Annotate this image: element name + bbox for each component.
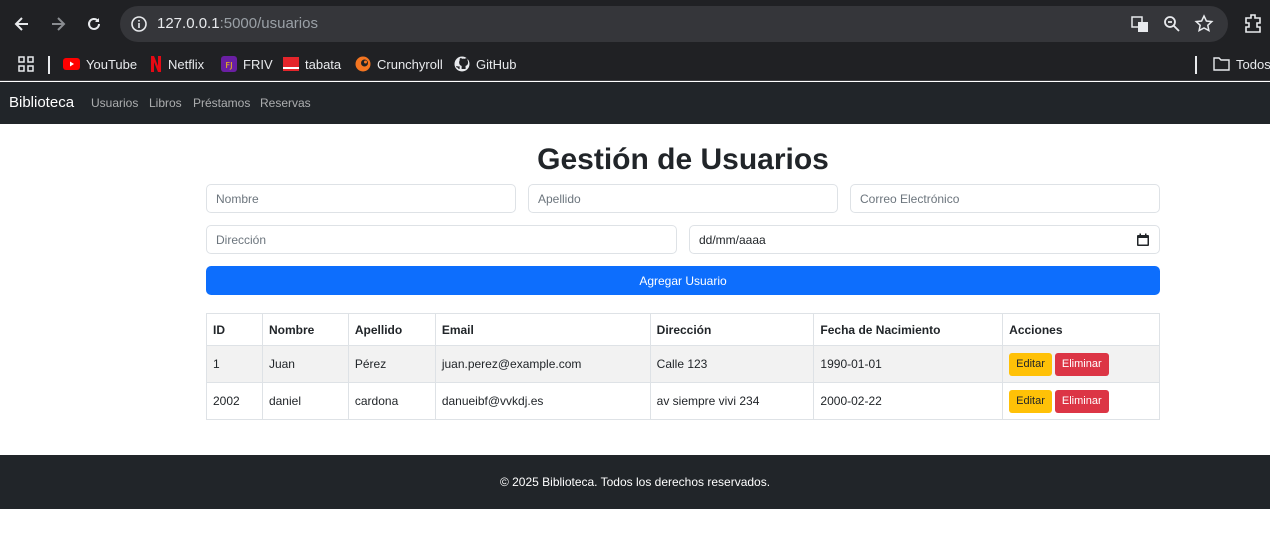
youtube-icon bbox=[63, 58, 80, 70]
direccion-input[interactable] bbox=[206, 225, 677, 254]
cell-email: juan.perez@example.com bbox=[434, 345, 651, 383]
extensions-icon[interactable] bbox=[1242, 12, 1264, 34]
header-acciones: Acciones bbox=[1002, 313, 1160, 346]
nav-link-libros[interactable]: Libros bbox=[149, 96, 182, 110]
header-email: Email bbox=[434, 313, 651, 346]
cell-email: danueibf@vvkdj.es bbox=[434, 382, 651, 420]
cell-apellido: cardona bbox=[347, 382, 436, 420]
cell-id: 2002 bbox=[206, 382, 263, 420]
bookmark-label: GitHub bbox=[476, 56, 517, 72]
url-host: 127.0.0.1 bbox=[157, 15, 220, 32]
header-nombre: Nombre bbox=[261, 313, 349, 346]
page-footer: © 2025 Biblioteca. Todos los derechos re… bbox=[0, 455, 1270, 509]
header-direccion: Dirección bbox=[649, 313, 815, 346]
address-bar[interactable]: 127.0.0.1:5000/usuarios bbox=[120, 6, 1228, 42]
bookmarks-separator bbox=[48, 56, 50, 74]
apellido-input[interactable] bbox=[528, 184, 838, 213]
translate-icon[interactable] bbox=[1130, 14, 1150, 34]
site-info-icon[interactable] bbox=[129, 14, 149, 34]
date-placeholder: dd/mm/aaaa bbox=[699, 232, 766, 247]
app-navbar: Biblioteca Usuarios Libros Préstamos Res… bbox=[0, 82, 1270, 124]
edit-button[interactable]: Editar bbox=[1009, 352, 1052, 376]
svg-text:FJ: FJ bbox=[226, 61, 233, 70]
table-header-row: ID Nombre Apellido Email Dirección Fecha… bbox=[206, 313, 1160, 346]
cell-apellido: Pérez bbox=[347, 345, 436, 383]
cell-direccion: Calle 123 bbox=[649, 345, 815, 383]
bookmark-netflix[interactable]: Netflix bbox=[150, 53, 204, 75]
cell-fecha: 2000-02-22 bbox=[813, 382, 1004, 420]
cell-nombre: daniel bbox=[261, 382, 349, 420]
url-path: :5000/usuarios bbox=[219, 15, 318, 32]
url-text: 127.0.0.1:5000/usuarios bbox=[157, 15, 318, 32]
cell-id: 1 bbox=[206, 345, 263, 383]
github-icon bbox=[454, 56, 470, 72]
bookmarks-bar: YouTube Netflix FJ FRIV tabata Crunchyro… bbox=[0, 48, 1270, 81]
all-bookmarks-label: Todos bbox=[1236, 56, 1270, 72]
all-bookmarks-folder[interactable]: Todos bbox=[1213, 53, 1270, 75]
delete-button[interactable]: Eliminar bbox=[1054, 352, 1109, 376]
bookmark-youtube[interactable]: YouTube bbox=[63, 53, 137, 75]
delete-button[interactable]: Eliminar bbox=[1054, 389, 1109, 413]
bookmark-crunchyroll[interactable]: Crunchyroll bbox=[355, 53, 443, 75]
nombre-input[interactable] bbox=[206, 184, 516, 213]
header-id: ID bbox=[206, 313, 263, 346]
header-apellido: Apellido bbox=[347, 313, 436, 346]
calendar-icon[interactable] bbox=[1136, 233, 1150, 247]
nav-link-prestamos[interactable]: Préstamos bbox=[193, 96, 250, 110]
edit-button[interactable]: Editar bbox=[1009, 389, 1052, 413]
star-icon[interactable] bbox=[1194, 14, 1214, 34]
zoom-icon[interactable] bbox=[1162, 14, 1182, 34]
table-row: 2002 daniel cardona danueibf@vvkdj.es av… bbox=[206, 382, 1160, 420]
apps-grid-icon[interactable] bbox=[18, 53, 34, 75]
forward-arrow-icon[interactable] bbox=[44, 10, 72, 38]
nav-link-reservas[interactable]: Reservas bbox=[260, 96, 311, 110]
cell-direccion: av siempre vivi 234 bbox=[649, 382, 815, 420]
users-table: ID Nombre Apellido Email Dirección Fecha… bbox=[206, 313, 1160, 420]
netflix-icon bbox=[151, 56, 161, 72]
header-fecha: Fecha de Nacimiento bbox=[813, 313, 1004, 346]
bookmark-github[interactable]: GitHub bbox=[454, 53, 516, 75]
agregar-usuario-button[interactable]: Agregar Usuario bbox=[206, 266, 1160, 295]
bookmark-label: FRIV bbox=[243, 56, 273, 72]
back-arrow-icon[interactable] bbox=[8, 10, 36, 38]
cell-acciones: Editar Eliminar bbox=[1002, 345, 1160, 383]
bookmark-label: tabata bbox=[305, 56, 342, 72]
bookmark-tabata[interactable]: tabata bbox=[283, 53, 341, 75]
footer-text: © 2025 Biblioteca. Todos los derechos re… bbox=[499, 475, 771, 489]
browser-toolbar: 127.0.0.1:5000/usuarios bbox=[0, 0, 1270, 48]
cell-nombre: Juan bbox=[261, 345, 349, 383]
tabata-icon bbox=[283, 57, 299, 71]
reload-icon[interactable] bbox=[80, 10, 108, 38]
bookmark-label: Netflix bbox=[168, 56, 205, 72]
page-title-text: Gestión de Usuarios bbox=[537, 143, 829, 176]
navbar-brand[interactable]: Biblioteca bbox=[9, 94, 74, 111]
table-row: 1 Juan Pérez juan.perez@example.com Call… bbox=[206, 345, 1160, 383]
bookmark-label: YouTube bbox=[86, 56, 138, 72]
bookmark-friv[interactable]: FJ FRIV bbox=[221, 53, 273, 75]
page-title: Gestión de Usuarios bbox=[206, 143, 1160, 177]
cell-fecha: 1990-01-01 bbox=[813, 345, 1004, 383]
folder-icon bbox=[1213, 57, 1230, 71]
bookmarks-separator bbox=[1195, 56, 1197, 74]
friv-icon: FJ bbox=[221, 56, 237, 72]
cell-acciones: Editar Eliminar bbox=[1002, 382, 1160, 420]
nav-link-usuarios[interactable]: Usuarios bbox=[91, 96, 138, 110]
correo-input[interactable] bbox=[850, 184, 1160, 213]
crunchyroll-icon bbox=[355, 56, 371, 72]
bookmark-label: Crunchyroll bbox=[377, 56, 443, 72]
fecha-nacimiento-input[interactable]: dd/mm/aaaa bbox=[689, 225, 1160, 254]
